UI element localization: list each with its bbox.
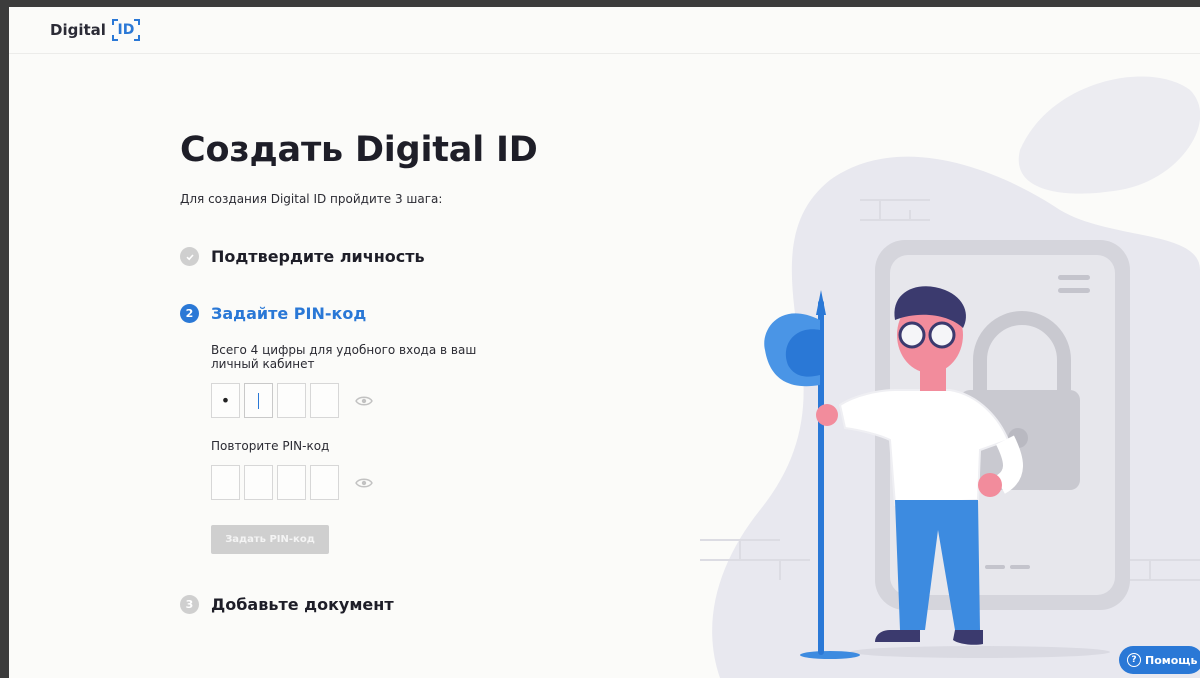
step-number: 3: [180, 595, 199, 614]
pin-digit-3[interactable]: [277, 383, 306, 418]
step-set-pin: 2 Задайте PIN-код: [180, 304, 366, 323]
repeat-pin-digit-2[interactable]: [244, 465, 273, 500]
step-label: Задайте PIN-код: [211, 304, 367, 323]
page-subtitle: Для создания Digital ID пройдите 3 шага:: [180, 192, 443, 206]
pin-digit-1[interactable]: •: [211, 383, 240, 418]
help-button[interactable]: ? Помощь: [1119, 646, 1200, 674]
pin-input-group: •: [211, 383, 375, 418]
step-confirm-identity: Подтвердите личность: [180, 247, 425, 266]
repeat-pin-digit-3[interactable]: [277, 465, 306, 500]
pin-digit-4[interactable]: [310, 383, 339, 418]
check-icon: [180, 247, 199, 266]
step-label: Добавьте документ: [211, 595, 394, 614]
top-header: Digital ID: [9, 7, 1200, 54]
eye-icon[interactable]: [355, 477, 375, 489]
repeat-pin-label: Повторите PIN-код: [211, 439, 330, 453]
question-icon: ?: [1127, 653, 1141, 667]
digital-id-logo[interactable]: Digital ID: [50, 19, 140, 41]
eye-icon[interactable]: [355, 395, 375, 407]
logo-id-mark: ID: [111, 19, 140, 41]
step-number: 2: [180, 304, 199, 323]
repeat-pin-input-group: [211, 465, 375, 500]
repeat-pin-digit-1[interactable]: [211, 465, 240, 500]
hero-illustration: [700, 76, 1200, 678]
repeat-pin-digit-4[interactable]: [310, 465, 339, 500]
step-label: Подтвердите личность: [211, 247, 425, 266]
pin-description: Всего 4 цифры для удобного входа в ваш л…: [211, 343, 477, 371]
text-caret: [258, 392, 259, 409]
create-id-panel: Создать Digital ID Для создания Digital …: [180, 130, 600, 614]
logo-text: Digital: [50, 21, 106, 39]
step-add-document: 3 Добавьте документ: [180, 595, 394, 614]
page-title: Создать Digital ID: [180, 130, 538, 170]
help-label: Помощь: [1145, 653, 1198, 667]
set-pin-button[interactable]: Задать PIN-код: [211, 525, 329, 554]
pin-digit-2[interactable]: [244, 383, 273, 418]
logo-id-text: ID: [117, 22, 135, 38]
